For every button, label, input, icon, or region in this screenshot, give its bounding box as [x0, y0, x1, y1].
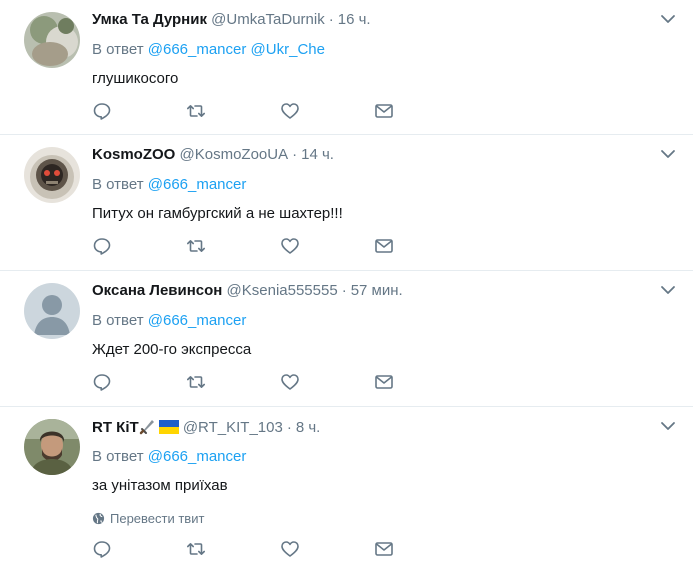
user-fullname[interactable]: RT КiТ: [92, 419, 139, 436]
globe-icon: [92, 512, 105, 524]
tweet-actions: [92, 527, 693, 571]
avatar[interactable]: [24, 283, 80, 339]
reply-prefix: В ответ: [92, 41, 144, 58]
direct-message-button[interactable]: [374, 235, 468, 257]
tweet[interactable]: Умка Та Дурник @UmkaTaDurnik · 16 ч. В отв…: [0, 0, 693, 135]
separator-dot: ·: [328, 11, 334, 28]
chevron-down-icon[interactable]: [659, 417, 677, 435]
avatar[interactable]: [24, 12, 80, 68]
reply-context: В ответ @666_mancer: [92, 175, 693, 195]
tweet-text: Питух он гамбургский а не шахтер!!!: [92, 205, 343, 222]
retweet-button[interactable]: [186, 235, 280, 257]
retweet-icon: [187, 376, 205, 388]
chevron-down-icon[interactable]: [659, 10, 677, 28]
user-handle[interactable]: @Ksenia555555: [227, 282, 338, 299]
mention-link[interactable]: @666_mancer: [148, 312, 247, 329]
retweet-button[interactable]: [186, 371, 280, 393]
reply-prefix: В ответ: [92, 448, 144, 465]
timestamp[interactable]: 14 ч.: [301, 146, 334, 163]
user-handle[interactable]: @UmkaTaDurnik: [211, 11, 325, 28]
user-fullname[interactable]: Оксана Левинсон: [92, 282, 222, 299]
reply-context: В ответ @666_mancer: [92, 447, 693, 467]
tweet-text: глушикосого: [92, 70, 179, 87]
translate-label: Перевести твит: [110, 510, 205, 526]
tweet-header: Умка Та Дурник @UmkaTaDurnik · 16 ч.: [92, 10, 693, 30]
tweet[interactable]: Оксана Левинсон @Ksenia555555 · 57 мин. В …: [0, 271, 693, 407]
tweet-actions: [92, 224, 693, 268]
heart-icon: [281, 238, 299, 254]
tweet-text: за унітазом приїхав: [92, 477, 228, 494]
reply-prefix: В ответ: [92, 312, 144, 329]
chevron-down-icon[interactable]: [659, 145, 677, 163]
reply-icon: [93, 374, 111, 391]
mention-link[interactable]: @Ukr_Che: [251, 41, 325, 58]
like-button[interactable]: [280, 235, 374, 257]
retweet-button[interactable]: [186, 538, 280, 560]
user-fullname[interactable]: Умка Та Дурник: [92, 11, 207, 28]
avatar-image: [24, 12, 80, 68]
tweet-header: Оксана Левинсон @Ksenia555555 · 57 мин.: [92, 281, 693, 301]
translate-tweet-link[interactable]: Перевести твит: [92, 509, 693, 527]
mention-link[interactable]: @666_mancer: [148, 176, 247, 193]
tweet-header: RT КiТ @RT_KIT_103 · 8 ч.: [92, 417, 693, 437]
avatar[interactable]: [24, 419, 80, 475]
user-handle[interactable]: @KosmoZooUA: [180, 146, 289, 163]
like-button[interactable]: [280, 371, 374, 393]
reply-button[interactable]: [92, 538, 186, 560]
retweet-icon: [187, 105, 205, 117]
retweet-button[interactable]: [186, 100, 280, 122]
chevron-down-icon[interactable]: [659, 281, 677, 299]
tweet-actions: [92, 360, 693, 404]
direct-message-button[interactable]: [374, 538, 468, 560]
direct-message-button[interactable]: [374, 371, 468, 393]
tweet-text: Ждет 200-го экспресса: [92, 341, 252, 358]
retweet-icon: [187, 543, 205, 555]
user-handle[interactable]: @RT_KIT_103: [183, 419, 283, 436]
separator-dot: ·: [341, 282, 347, 299]
reply-button[interactable]: [92, 235, 186, 257]
timestamp[interactable]: 57 мин.: [351, 282, 403, 299]
timestamp[interactable]: 16 ч.: [338, 11, 371, 28]
envelope-icon: [375, 239, 393, 253]
heart-icon: [281, 103, 299, 119]
avatar-image: [24, 419, 80, 475]
reply-icon: [93, 103, 111, 120]
dagger-emoji-icon: [139, 420, 154, 435]
avatar[interactable]: [24, 147, 80, 203]
retweet-icon: [187, 240, 205, 252]
reply-prefix: В ответ: [92, 176, 144, 193]
like-button[interactable]: [280, 100, 374, 122]
envelope-icon: [375, 375, 393, 389]
tweet[interactable]: RT КiТ @RT_KIT_103 · 8 ч. В ответ @666_man…: [0, 407, 693, 569]
default-avatar-icon: [24, 283, 80, 339]
reply-timeline: Умка Та Дурник @UmkaTaDurnik · 16 ч. В отв…: [0, 0, 693, 569]
tweet-actions: [92, 89, 693, 133]
user-fullname[interactable]: KosmoZOO: [92, 146, 175, 163]
ukraine-flag-icon: [158, 420, 179, 434]
heart-icon: [281, 541, 299, 557]
mention-link[interactable]: @666_mancer: [148, 41, 247, 58]
reply-context: В ответ @666_mancer: [92, 311, 693, 331]
separator-dot: ·: [286, 419, 292, 436]
separator-dot: ·: [292, 146, 298, 163]
tweet-header: KosmoZOO @KosmoZooUA · 14 ч.: [92, 145, 693, 165]
reply-context: В ответ @666_mancer @Ukr_Che: [92, 40, 693, 60]
envelope-icon: [375, 104, 393, 118]
avatar-image: [24, 147, 80, 203]
direct-message-button[interactable]: [374, 100, 468, 122]
reply-icon: [93, 238, 111, 255]
tweet[interactable]: KosmoZOO @KosmoZooUA · 14 ч. В ответ @666_…: [0, 135, 693, 271]
reply-button[interactable]: [92, 100, 186, 122]
like-button[interactable]: [280, 538, 374, 560]
reply-button[interactable]: [92, 371, 186, 393]
timestamp[interactable]: 8 ч.: [296, 419, 321, 436]
reply-icon: [93, 541, 111, 558]
heart-icon: [281, 374, 299, 390]
envelope-icon: [375, 542, 393, 556]
mention-link[interactable]: @666_mancer: [148, 448, 247, 465]
